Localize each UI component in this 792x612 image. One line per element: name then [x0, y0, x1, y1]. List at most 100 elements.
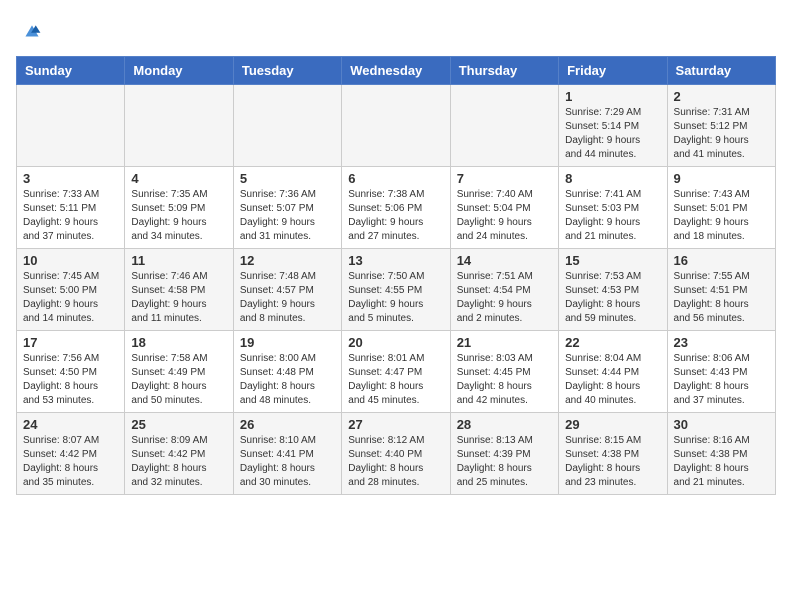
day-number: 30 — [674, 417, 769, 432]
calendar-cell: 2 Sunrise: 7:31 AM Sunset: 5:12 PM Daylig… — [667, 85, 775, 167]
day-number: 1 — [565, 89, 660, 104]
day-number: 5 — [240, 171, 335, 186]
day-info: Sunrise: 7:31 AM Sunset: 5:12 PM Dayligh… — [674, 106, 769, 162]
day-number: 23 — [674, 335, 769, 350]
calendar-cell: 6 Sunrise: 7:38 AM Sunset: 5:06 PM Daylig… — [342, 167, 450, 249]
day-info: Sunrise: 7:53 AM Sunset: 4:53 PM Dayligh… — [565, 270, 660, 326]
calendar-cell: 27 Sunrise: 8:12 AM Sunset: 4:40 PM Dayli… — [342, 413, 450, 495]
weekday-header-sunday: Sunday — [17, 57, 125, 85]
calendar-cell: 15 Sunrise: 7:53 AM Sunset: 4:53 PM Dayli… — [559, 249, 667, 331]
calendar-cell: 24 Sunrise: 8:07 AM Sunset: 4:42 PM Dayli… — [17, 413, 125, 495]
day-number: 19 — [240, 335, 335, 350]
calendar-cell: 30 Sunrise: 8:16 AM Sunset: 4:38 PM Dayli… — [667, 413, 775, 495]
day-number: 3 — [23, 171, 118, 186]
day-number: 4 — [131, 171, 226, 186]
day-info: Sunrise: 7:56 AM Sunset: 4:50 PM Dayligh… — [23, 352, 118, 408]
day-info: Sunrise: 8:10 AM Sunset: 4:41 PM Dayligh… — [240, 434, 335, 490]
day-info: Sunrise: 8:04 AM Sunset: 4:44 PM Dayligh… — [565, 352, 660, 408]
day-number: 27 — [348, 417, 443, 432]
calendar-cell: 18Sunrise: 7:58 AM Sunset: 4:49 PM Dayli… — [125, 331, 233, 413]
header — [16, 16, 776, 44]
day-number: 21 — [457, 335, 552, 350]
day-number: 29 — [565, 417, 660, 432]
day-info: Sunrise: 8:00 AM Sunset: 4:48 PM Dayligh… — [240, 352, 335, 408]
day-info: Sunrise: 7:38 AM Sunset: 5:06 PM Dayligh… — [348, 188, 443, 244]
day-info: Sunrise: 7:43 AM Sunset: 5:01 PM Dayligh… — [674, 188, 769, 244]
calendar-cell: 17 Sunrise: 7:56 AM Sunset: 4:50 PM Dayli… — [17, 331, 125, 413]
calendar-week-1: 1 Sunrise: 7:29 AM Sunset: 5:14 PM Daylig… — [17, 85, 776, 167]
calendar-week-5: 24 Sunrise: 8:07 AM Sunset: 4:42 PM Dayli… — [17, 413, 776, 495]
day-info: Sunrise: 8:07 AM Sunset: 4:42 PM Dayligh… — [23, 434, 118, 490]
day-number: 16 — [674, 253, 769, 268]
day-number: 2 — [674, 89, 769, 104]
day-number: 6 — [348, 171, 443, 186]
day-number: 20 — [348, 335, 443, 350]
calendar-week-2: 3Sunrise: 7:33 AM Sunset: 5:11 PM Daylig… — [17, 167, 776, 249]
day-number: 17 — [23, 335, 118, 350]
day-info: Sunrise: 8:01 AM Sunset: 4:47 PM Dayligh… — [348, 352, 443, 408]
day-info: Sunrise: 7:41 AM Sunset: 5:03 PM Dayligh… — [565, 188, 660, 244]
weekday-header-wednesday: Wednesday — [342, 57, 450, 85]
day-info: Sunrise: 7:50 AM Sunset: 4:55 PM Dayligh… — [348, 270, 443, 326]
calendar-cell: 3Sunrise: 7:33 AM Sunset: 5:11 PM Daylig… — [17, 167, 125, 249]
day-info: Sunrise: 7:40 AM Sunset: 5:04 PM Dayligh… — [457, 188, 552, 244]
calendar-cell — [233, 85, 341, 167]
calendar-cell — [342, 85, 450, 167]
calendar-cell: 1 Sunrise: 7:29 AM Sunset: 5:14 PM Daylig… — [559, 85, 667, 167]
day-number: 22 — [565, 335, 660, 350]
day-info: Sunrise: 7:29 AM Sunset: 5:14 PM Dayligh… — [565, 106, 660, 162]
header-row: SundayMondayTuesdayWednesdayThursdayFrid… — [17, 57, 776, 85]
calendar-cell: 29 Sunrise: 8:15 AM Sunset: 4:38 PM Dayli… — [559, 413, 667, 495]
day-number: 7 — [457, 171, 552, 186]
calendar-cell: 10 Sunrise: 7:45 AM Sunset: 5:00 PM Dayli… — [17, 249, 125, 331]
calendar-cell: 7 Sunrise: 7:40 AM Sunset: 5:04 PM Daylig… — [450, 167, 558, 249]
day-info: Sunrise: 7:51 AM Sunset: 4:54 PM Dayligh… — [457, 270, 552, 326]
day-number: 9 — [674, 171, 769, 186]
calendar-cell: 4 Sunrise: 7:35 AM Sunset: 5:09 PM Daylig… — [125, 167, 233, 249]
calendar-cell: 5 Sunrise: 7:36 AM Sunset: 5:07 PM Daylig… — [233, 167, 341, 249]
calendar-week-3: 10 Sunrise: 7:45 AM Sunset: 5:00 PM Dayli… — [17, 249, 776, 331]
day-number: 24 — [23, 417, 118, 432]
day-number: 8 — [565, 171, 660, 186]
day-info: Sunrise: 8:15 AM Sunset: 4:38 PM Dayligh… — [565, 434, 660, 490]
day-info: Sunrise: 8:03 AM Sunset: 4:45 PM Dayligh… — [457, 352, 552, 408]
calendar-cell: 22 Sunrise: 8:04 AM Sunset: 4:44 PM Dayli… — [559, 331, 667, 413]
logo — [16, 16, 46, 44]
day-number: 11 — [131, 253, 226, 268]
calendar-cell — [17, 85, 125, 167]
day-info: Sunrise: 8:09 AM Sunset: 4:42 PM Dayligh… — [131, 434, 226, 490]
day-info: Sunrise: 8:12 AM Sunset: 4:40 PM Dayligh… — [348, 434, 443, 490]
calendar-cell: 14 Sunrise: 7:51 AM Sunset: 4:54 PM Dayli… — [450, 249, 558, 331]
calendar-cell: 21 Sunrise: 8:03 AM Sunset: 4:45 PM Dayli… — [450, 331, 558, 413]
day-info: Sunrise: 8:13 AM Sunset: 4:39 PM Dayligh… — [457, 434, 552, 490]
day-number: 15 — [565, 253, 660, 268]
calendar-cell: 20 Sunrise: 8:01 AM Sunset: 4:47 PM Dayli… — [342, 331, 450, 413]
calendar-cell: 25Sunrise: 8:09 AM Sunset: 4:42 PM Dayli… — [125, 413, 233, 495]
day-info: Sunrise: 7:55 AM Sunset: 4:51 PM Dayligh… — [674, 270, 769, 326]
day-info: Sunrise: 8:16 AM Sunset: 4:38 PM Dayligh… — [674, 434, 769, 490]
day-number: 14 — [457, 253, 552, 268]
calendar-table: SundayMondayTuesdayWednesdayThursdayFrid… — [16, 56, 776, 495]
calendar-cell: 26 Sunrise: 8:10 AM Sunset: 4:41 PM Dayli… — [233, 413, 341, 495]
day-number: 13 — [348, 253, 443, 268]
day-number: 12 — [240, 253, 335, 268]
day-number: 18 — [131, 335, 226, 350]
day-number: 28 — [457, 417, 552, 432]
weekday-header-thursday: Thursday — [450, 57, 558, 85]
day-number: 26 — [240, 417, 335, 432]
calendar-cell: 13 Sunrise: 7:50 AM Sunset: 4:55 PM Dayli… — [342, 249, 450, 331]
day-info: Sunrise: 8:06 AM Sunset: 4:43 PM Dayligh… — [674, 352, 769, 408]
calendar-cell: 16 Sunrise: 7:55 AM Sunset: 4:51 PM Dayli… — [667, 249, 775, 331]
calendar-cell: 11 Sunrise: 7:46 AM Sunset: 4:58 PM Dayli… — [125, 249, 233, 331]
logo-icon — [18, 16, 46, 44]
day-info: Sunrise: 7:46 AM Sunset: 4:58 PM Dayligh… — [131, 270, 226, 326]
calendar-cell: 28 Sunrise: 8:13 AM Sunset: 4:39 PM Dayli… — [450, 413, 558, 495]
calendar-cell — [125, 85, 233, 167]
day-info: Sunrise: 7:45 AM Sunset: 5:00 PM Dayligh… — [23, 270, 118, 326]
weekday-header-saturday: Saturday — [667, 57, 775, 85]
day-info: Sunrise: 7:36 AM Sunset: 5:07 PM Dayligh… — [240, 188, 335, 244]
day-info: Sunrise: 7:35 AM Sunset: 5:09 PM Dayligh… — [131, 188, 226, 244]
weekday-header-tuesday: Tuesday — [233, 57, 341, 85]
weekday-header-monday: Monday — [125, 57, 233, 85]
day-number: 10 — [23, 253, 118, 268]
